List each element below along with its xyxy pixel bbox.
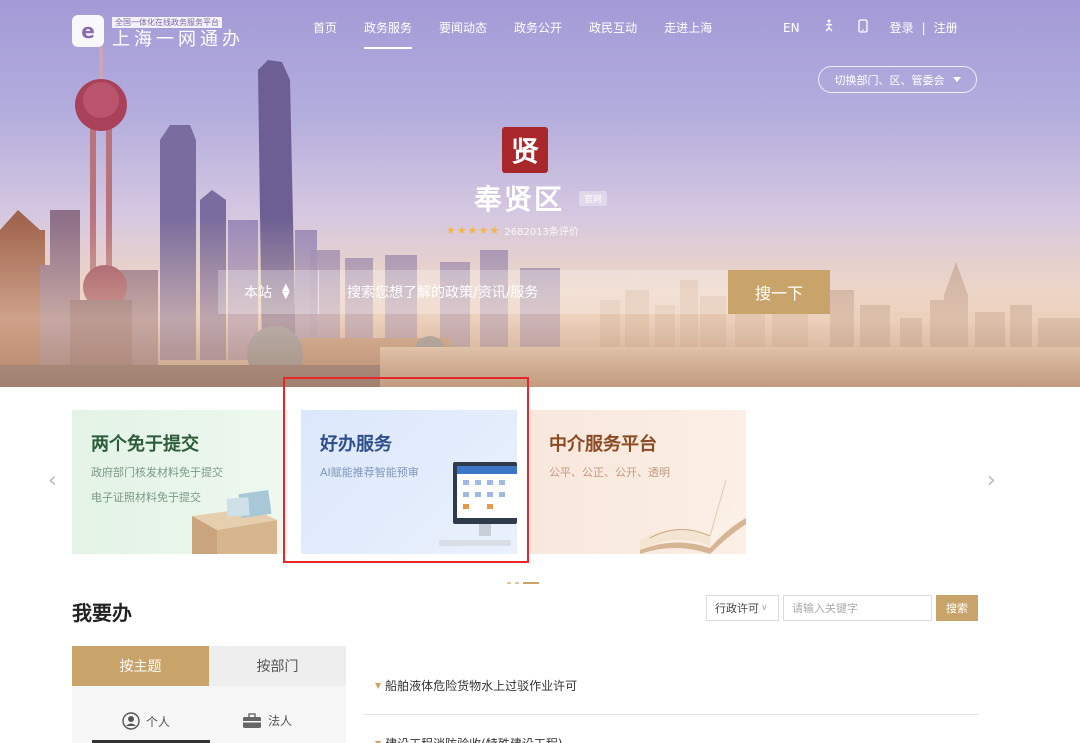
subtab-legal-person[interactable]: 法人	[242, 712, 292, 729]
search-input[interactable]: 搜索您想了解的政策/资讯/服务	[318, 270, 728, 314]
keyword-input[interactable]: 请输入关键字	[783, 595, 932, 621]
sort-arrows-icon: ▲ ▼	[282, 282, 290, 301]
nav-about-shanghai[interactable]: 走进上海	[664, 19, 712, 36]
accessibility-icon[interactable]	[822, 19, 836, 36]
department-switcher[interactable]: 切换部门、区、管委会	[818, 66, 977, 93]
subtab-individual[interactable]: 个人	[122, 712, 170, 730]
nav-government-services[interactable]: 政务服务	[364, 19, 413, 49]
star-icon: ★	[467, 224, 478, 237]
carousel-card-agency-platform[interactable]: 中介服务平台 公平、公正、公开、透明	[530, 410, 746, 554]
lang-en-link[interactable]: EN	[783, 21, 800, 35]
main-nav: 首页 政务服务 要闻动态 政务公开 政民互动 走进上海	[313, 19, 739, 49]
list-item-label: 建设工程消防验收(特殊建设工程)	[385, 735, 562, 743]
top-navigation: e 全国一体化在线政务服务平台 上海一网通办 首页 政务服务 要闻动态 政务公开…	[0, 0, 1080, 93]
subtab-label: 法人	[268, 714, 293, 728]
card-subtitle: 政府部门核发材料免于提交	[91, 466, 223, 479]
tab-by-department[interactable]: 按部门	[209, 646, 346, 686]
star-icon: ★	[456, 224, 467, 237]
logo-e-icon: e	[72, 14, 104, 47]
hero-banner: e 全国一体化在线政务服务平台 上海一网通办 首页 政务服务 要闻动态 政务公开…	[0, 0, 1080, 387]
district-name: 奉贤区	[474, 183, 565, 216]
card-title: 两个免于提交	[91, 434, 199, 455]
carousel-dot-active[interactable]	[523, 582, 539, 584]
login-link[interactable]: 登录	[890, 19, 914, 36]
category-tabs: 按主题 按部门	[72, 646, 346, 692]
logo-name: 上海一网通办	[112, 29, 244, 50]
keyword-search-button[interactable]: 搜索	[936, 595, 978, 621]
service-filter: 行政许可 ∨ 请输入关键字 搜索	[706, 595, 978, 621]
search-scope-value: 本站	[244, 285, 272, 301]
register-link[interactable]: 注册	[934, 19, 958, 36]
star-icon: ★	[489, 224, 500, 237]
official-badge: 官网	[579, 191, 608, 206]
box-illustration	[192, 490, 277, 554]
triangle-down-icon: ▼	[375, 739, 381, 743]
list-item[interactable]: ▼ 建设工程消防验收(特殊建设工程)	[363, 715, 978, 743]
logo-tagline: 全国一体化在线政务服务平台	[112, 17, 222, 28]
highlight-box	[283, 377, 529, 563]
star-icon: ★	[478, 224, 489, 237]
site-logo[interactable]: e 全国一体化在线政务服务平台 上海一网通办	[72, 10, 244, 51]
rating[interactable]: ★ ★ ★ ★ ★ 2682013条评价	[446, 223, 579, 238]
list-item-label: 船舶液体危险货物水上过驳作业许可	[385, 679, 578, 693]
nav-utilities: EN 登录 | 注册	[783, 19, 958, 36]
star-icon: ★	[446, 224, 456, 237]
carousel-next-button[interactable]: ›	[987, 468, 996, 493]
chevron-down-icon: ∨	[761, 603, 768, 613]
category-select-value: 行政许可	[715, 602, 759, 615]
divider: |	[921, 20, 926, 35]
logo-text: 全国一体化在线政务服务平台 上海一网通办	[112, 10, 244, 51]
card-title: 中介服务平台	[549, 434, 657, 455]
carousel-dot[interactable]	[507, 582, 511, 584]
review-count: 2682013条评价	[504, 227, 579, 238]
category-select[interactable]: 行政许可 ∨	[706, 595, 779, 621]
switcher-label: 切换部门、区、管委会	[834, 73, 945, 87]
triangle-down-icon: ▼	[375, 681, 382, 690]
district-seal-icon: 贤	[502, 127, 548, 173]
search-button[interactable]: 搜一下	[728, 270, 830, 314]
nav-public-affairs[interactable]: 政务公开	[514, 19, 562, 36]
search-bar: 本站 ▲ ▼ 搜索您想了解的政策/资讯/服务 搜一下	[218, 270, 830, 314]
service-list: ▼ 船舶液体危险货物水上过驳作业许可 ▼ 建设工程消防验收(特殊建设工程)	[363, 657, 978, 743]
nav-interaction[interactable]: 政民互动	[589, 19, 637, 36]
briefcase-icon	[243, 712, 261, 728]
card-subtitle: 公平、公正、公开、透明	[549, 466, 670, 479]
caret-down-icon	[952, 77, 961, 82]
nav-home[interactable]: 首页	[313, 19, 337, 36]
search-placeholder: 搜索您想了解的政策/资讯/服务	[347, 285, 539, 301]
carousel-prev-button[interactable]: ‹	[48, 468, 57, 493]
open-book-illustration	[640, 480, 746, 554]
carousel-indicators	[507, 582, 543, 584]
carousel-dot[interactable]	[515, 582, 519, 584]
audience-tabs: 个人 法人	[72, 686, 346, 743]
nav-news[interactable]: 要闻动态	[439, 19, 487, 36]
tab-by-theme[interactable]: 按主题	[72, 646, 209, 692]
subtab-label: 个人	[146, 714, 171, 729]
keyword-placeholder: 请输入关键字	[792, 602, 858, 615]
section-title: 我要办	[72, 601, 132, 625]
mobile-icon[interactable]	[857, 19, 868, 36]
carousel-card-two-exemptions[interactable]: 两个免于提交 政府部门核发材料免于提交 电子证照材料免于提交	[72, 410, 288, 554]
person-icon	[122, 712, 140, 730]
list-item[interactable]: ▼ 船舶液体危险货物水上过驳作业许可	[363, 657, 978, 715]
search-scope-select[interactable]: 本站 ▲ ▼	[218, 270, 318, 314]
